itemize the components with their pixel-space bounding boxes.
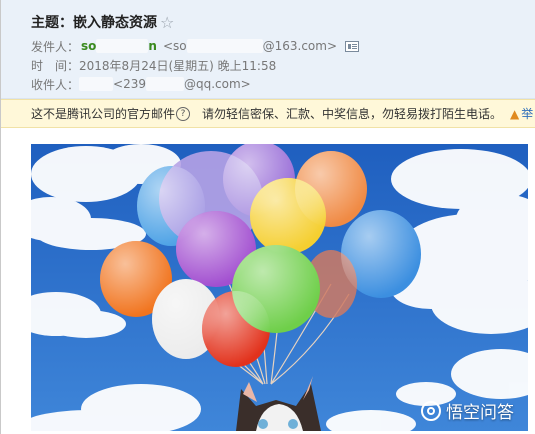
help-icon[interactable]: ? xyxy=(176,106,191,121)
recipient-name-redacted: xxx xyxy=(79,77,114,91)
star-icon[interactable]: ☆ xyxy=(160,13,174,32)
sender-label: 发件人： xyxy=(31,39,80,54)
email-subject: 嵌入静态资源 xyxy=(73,15,157,31)
recipient-row: 收件人： xxx <239xxxx@qq.com> xyxy=(31,75,251,93)
watermark-text: 悟空问答 xyxy=(446,403,514,423)
recipient-address: <239xxxx@qq.com> xyxy=(113,77,251,91)
time-label: 时 间： xyxy=(31,58,80,73)
wukong-logo-icon xyxy=(421,400,441,421)
balloons-cat-photo xyxy=(31,144,528,431)
contact-card-icon[interactable] xyxy=(345,40,360,52)
time-row: 时 间： 2018年8月24日(星期五) 晚上11:58 xyxy=(31,56,276,74)
sent-time: 2018年8月24日(星期五) 晚上11:58 xyxy=(79,58,277,73)
watermark: 悟空问答 xyxy=(421,398,514,423)
email-reader: 主题： 嵌入静态资源 ☆ 发件人： soxxxxxn <soxxxxxxx@16… xyxy=(0,0,535,434)
embedded-image: 悟空问答 xyxy=(31,144,528,431)
security-warning-bar: 这不是腾讯公司的官方邮件 ? 请勿轻信密保、汇款、中奖信息，勿轻易拨打陌生电话。… xyxy=(1,99,535,128)
subject-row: 主题： 嵌入静态资源 ☆ xyxy=(31,11,174,33)
warning-caution-text: 请勿轻信密保、汇款、中奖信息，勿轻易拨打陌生电话。 xyxy=(202,107,503,121)
warning-official-text: 这不是腾讯公司的官方邮件 xyxy=(31,107,176,121)
sender-row: 发件人： soxxxxxn <soxxxxxxx@163.com> xyxy=(31,37,360,55)
report-link[interactable]: 举 xyxy=(521,105,533,122)
sender-name[interactable]: soxxxxxn xyxy=(81,39,157,53)
email-header: 主题： 嵌入静态资源 ☆ 发件人： soxxxxxn <soxxxxxxx@16… xyxy=(1,0,535,99)
report-icon[interactable]: ▲ xyxy=(510,107,519,121)
recipient-label: 收件人： xyxy=(31,77,80,92)
subject-label: 主题： xyxy=(31,15,73,31)
sender-address: <soxxxxxxx@163.com> xyxy=(162,39,338,53)
